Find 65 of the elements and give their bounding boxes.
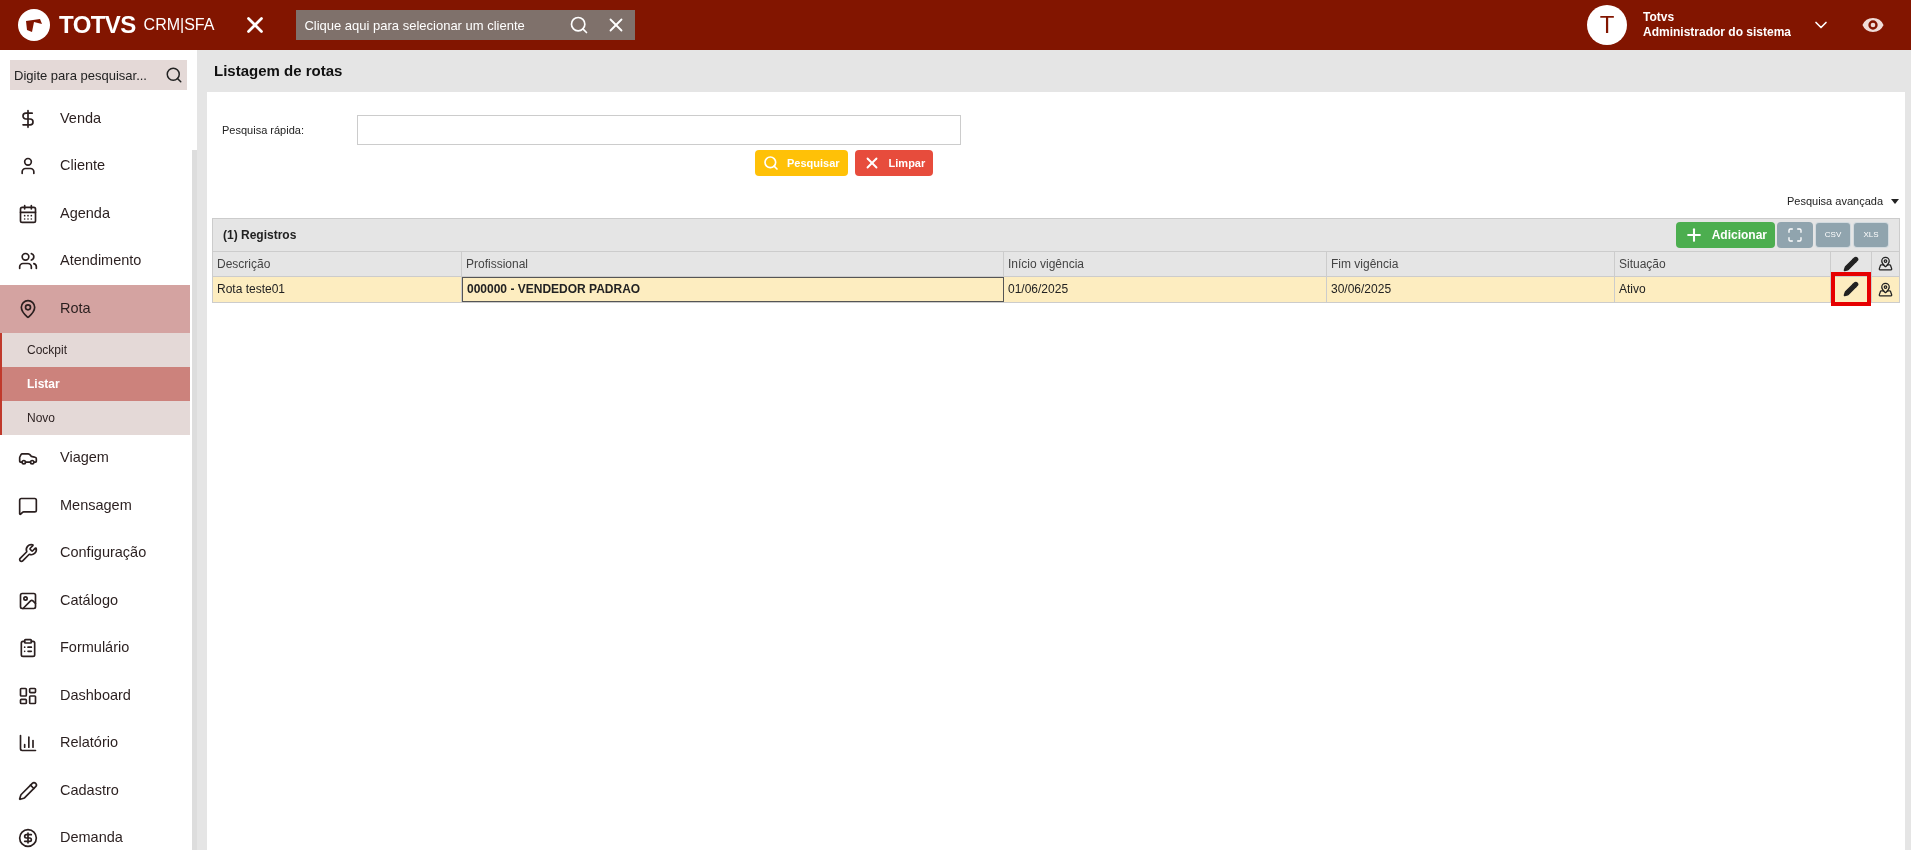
sidebar-item[interactable]: Configuração bbox=[0, 529, 190, 577]
clear-button[interactable] bbox=[597, 10, 636, 40]
product-name: CRM|SFA bbox=[143, 15, 215, 35]
table-cell: Ativo bbox=[1615, 276, 1831, 302]
clipboard-icon bbox=[18, 638, 38, 659]
user-avatar: T bbox=[1586, 5, 1627, 45]
sidebar-item[interactable]: Relatório bbox=[0, 719, 190, 767]
scrollbar[interactable] bbox=[192, 150, 197, 850]
user-role: Administrador do sistema bbox=[1642, 25, 1791, 40]
logo-icon bbox=[17, 8, 51, 42]
search-icon bbox=[164, 66, 183, 84]
dropdown-arrow-icon bbox=[1891, 198, 1899, 204]
sidebar-item[interactable]: Cliente bbox=[0, 142, 190, 190]
table-cell: Rota teste01 bbox=[213, 276, 462, 302]
sidebar-item[interactable]: Formulário bbox=[0, 624, 190, 672]
column-header[interactable]: Descrição bbox=[213, 251, 462, 276]
page-title: Listagem de rotas bbox=[214, 60, 343, 81]
fullscreen-icon bbox=[1787, 226, 1803, 243]
column-header[interactable]: Início vigência bbox=[1004, 251, 1327, 276]
sidebar-item[interactable]: Mensagem bbox=[0, 482, 190, 530]
map-pin-icon bbox=[1878, 256, 1893, 271]
sidebar-item[interactable]: Rota bbox=[0, 285, 190, 333]
sidebar-item[interactable]: Agenda bbox=[0, 190, 190, 238]
edit-button[interactable] bbox=[1831, 272, 1871, 306]
submenu-item[interactable]: Novo bbox=[0, 400, 190, 435]
pencil-icon bbox=[18, 780, 38, 801]
pencil-icon bbox=[1843, 281, 1859, 297]
wrench-icon bbox=[18, 543, 38, 564]
sidebar-item[interactable]: Catálogo bbox=[0, 577, 190, 625]
coin-icon bbox=[18, 828, 38, 849]
table-cell: 000000 - VENDEDOR PADRAO bbox=[462, 276, 1004, 302]
sidebar-item[interactable]: Dashboard bbox=[0, 672, 190, 720]
sidebar-item[interactable]: Demanda bbox=[0, 814, 190, 850]
column-header[interactable]: Profissional bbox=[462, 251, 1004, 276]
brand-name: TOTVS bbox=[59, 10, 136, 40]
column-header[interactable]: Fim vigência bbox=[1327, 251, 1615, 276]
clear-button[interactable]: Limpar bbox=[854, 150, 934, 176]
search-icon bbox=[763, 155, 779, 171]
table-cell: 01/06/2025 bbox=[1004, 276, 1327, 302]
map-pin-icon bbox=[18, 298, 38, 319]
sidebar-item[interactable]: Venda bbox=[0, 95, 190, 143]
image-icon bbox=[18, 590, 38, 611]
pencil-icon bbox=[1843, 255, 1859, 272]
table-cell: 30/06/2025 bbox=[1327, 276, 1615, 302]
client-search-field[interactable]: Clique aqui para selecionar um cliente bbox=[296, 10, 562, 40]
dashboard-icon bbox=[18, 685, 38, 706]
quick-search-label: Pesquisa rápida: bbox=[222, 122, 305, 138]
submenu-item[interactable]: Cockpit bbox=[0, 332, 190, 367]
search-icon bbox=[569, 15, 590, 35]
column-header[interactable]: Situação bbox=[1615, 251, 1831, 276]
calendar-icon bbox=[18, 203, 38, 224]
quick-search-field[interactable] bbox=[357, 115, 961, 145]
sidebar-item[interactable]: Viagem bbox=[0, 434, 190, 482]
message-icon bbox=[18, 495, 38, 516]
advanced-search-toggle[interactable]: Pesquisa avançada bbox=[1787, 193, 1899, 210]
user-name: Totvs bbox=[1642, 10, 1676, 25]
sidebar-search-field[interactable]: Digite para pesquisar... bbox=[10, 60, 160, 90]
records-count: (1) Registros bbox=[223, 226, 297, 244]
search-button[interactable] bbox=[160, 60, 187, 90]
person-icon bbox=[18, 156, 38, 177]
sidebar-item[interactable]: Atendimento bbox=[0, 237, 190, 285]
people-icon bbox=[18, 251, 38, 272]
sidebar-item[interactable]: Cadastro bbox=[0, 767, 190, 815]
bar-chart-icon bbox=[18, 733, 38, 754]
map-pin-icon[interactable] bbox=[1878, 281, 1893, 297]
